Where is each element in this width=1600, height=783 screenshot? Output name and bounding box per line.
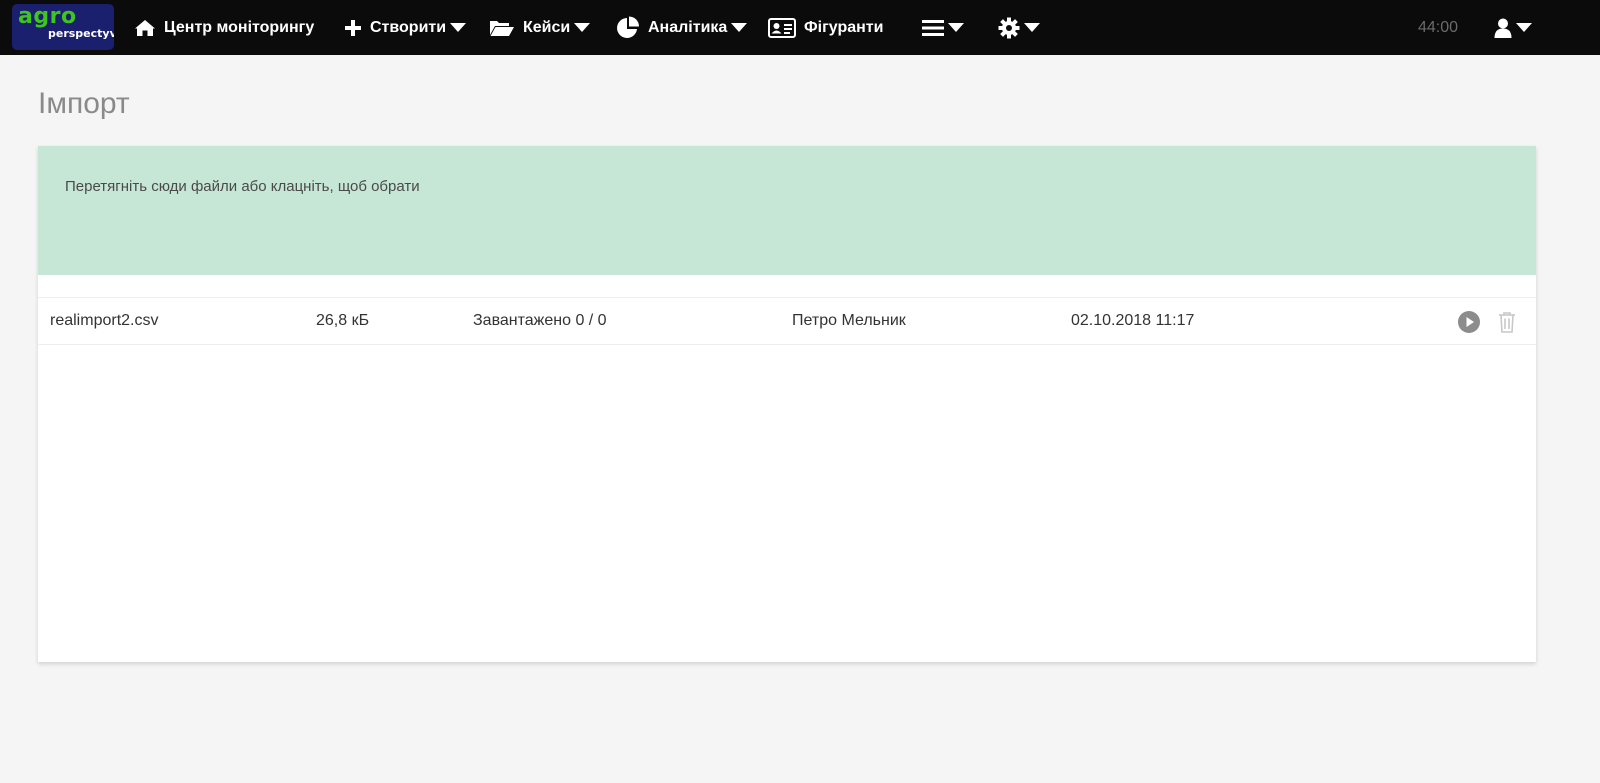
upload-status: Завантажено 0 / 0: [473, 312, 607, 329]
chevron-down-icon: [731, 23, 748, 32]
home-icon: [134, 19, 156, 37]
chevron-down-icon: [1516, 23, 1532, 32]
logo-text-primary: agro: [18, 4, 77, 29]
nav-monitoring-label: Центр моніторингу: [164, 18, 315, 36]
nav-analytics-label: Аналітика: [648, 18, 728, 36]
nav-create-label: Створити: [370, 18, 447, 36]
uploader-name: Петро Мельник: [792, 312, 906, 329]
import-panel: Перетягніть сюди файли або клацніть, щоб…: [38, 146, 1536, 662]
upload-date: 02.10.2018 11:17: [1071, 312, 1195, 329]
plus-icon: [344, 19, 362, 37]
play-icon[interactable]: [1457, 310, 1481, 334]
file-name: realimport2.csv: [50, 312, 159, 329]
table-row: realimport2.csv 26,8 кБ Завантажено 0 / …: [38, 297, 1536, 345]
nav-analytics-menu[interactable]: Аналітика: [616, 0, 748, 55]
pie-chart-icon: [616, 16, 640, 40]
nav-create-menu[interactable]: Створити: [344, 0, 467, 55]
nav-cases-menu[interactable]: Кейси: [489, 0, 591, 55]
session-timer: 44:00: [1418, 19, 1459, 36]
logo-text-secondary: perspectyva: [48, 27, 114, 40]
page-title: Імпорт: [38, 87, 130, 120]
hamburger-icon: [922, 19, 944, 37]
nav-cases-label: Кейси: [523, 18, 571, 36]
chevron-down-icon: [948, 23, 964, 32]
gear-icon: [998, 17, 1020, 39]
nav-figurants-label: Фігуранти: [804, 18, 884, 36]
trash-icon[interactable]: [1495, 310, 1519, 334]
nav-figurants[interactable]: Фігуранти: [768, 0, 883, 55]
file-size: 26,8 кБ: [316, 312, 370, 329]
folder-open-icon: [489, 19, 515, 37]
chevron-down-icon: [450, 23, 467, 32]
nav-more-menu[interactable]: [922, 0, 964, 55]
chevron-down-icon: [1024, 23, 1040, 32]
user-menu[interactable]: [1494, 0, 1532, 55]
id-card-icon: [768, 17, 796, 38]
file-dropzone[interactable]: Перетягніть сюди файли або клацніть, щоб…: [38, 146, 1536, 275]
nav-settings-menu[interactable]: [998, 0, 1040, 55]
nav-monitoring-center[interactable]: Центр моніторингу: [134, 0, 314, 55]
top-navbar: agro perspectyva Центр моніторингу Створ…: [0, 0, 1600, 55]
app-logo[interactable]: agro perspectyva: [12, 4, 114, 50]
dropzone-hint: Перетягніть сюди файли або клацніть, щоб…: [65, 178, 420, 195]
user-icon: [1494, 18, 1512, 38]
chevron-down-icon: [574, 23, 591, 32]
